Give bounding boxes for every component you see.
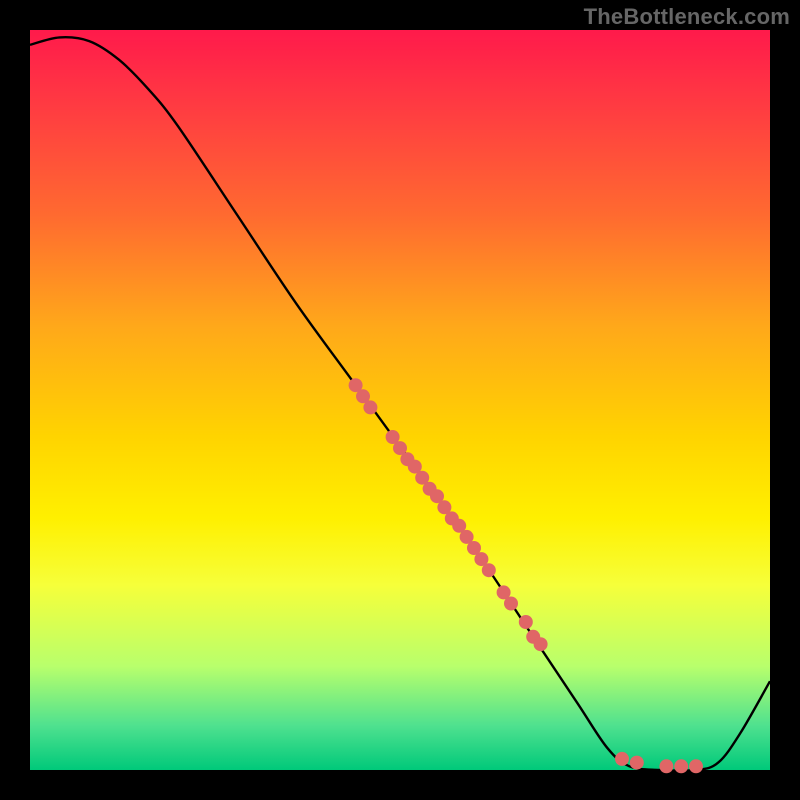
chart-frame: TheBottleneck.com	[0, 0, 800, 800]
data-point	[630, 756, 644, 770]
data-point	[689, 759, 703, 773]
watermark-text: TheBottleneck.com	[584, 4, 790, 30]
data-point	[615, 752, 629, 766]
data-point	[363, 400, 377, 414]
data-point	[519, 615, 533, 629]
data-point	[504, 597, 518, 611]
data-point	[534, 637, 548, 651]
data-point	[482, 563, 496, 577]
data-point	[659, 759, 673, 773]
bottleneck-curve	[30, 37, 770, 771]
data-point	[674, 759, 688, 773]
data-points	[349, 378, 703, 773]
chart-overlay	[30, 30, 770, 770]
